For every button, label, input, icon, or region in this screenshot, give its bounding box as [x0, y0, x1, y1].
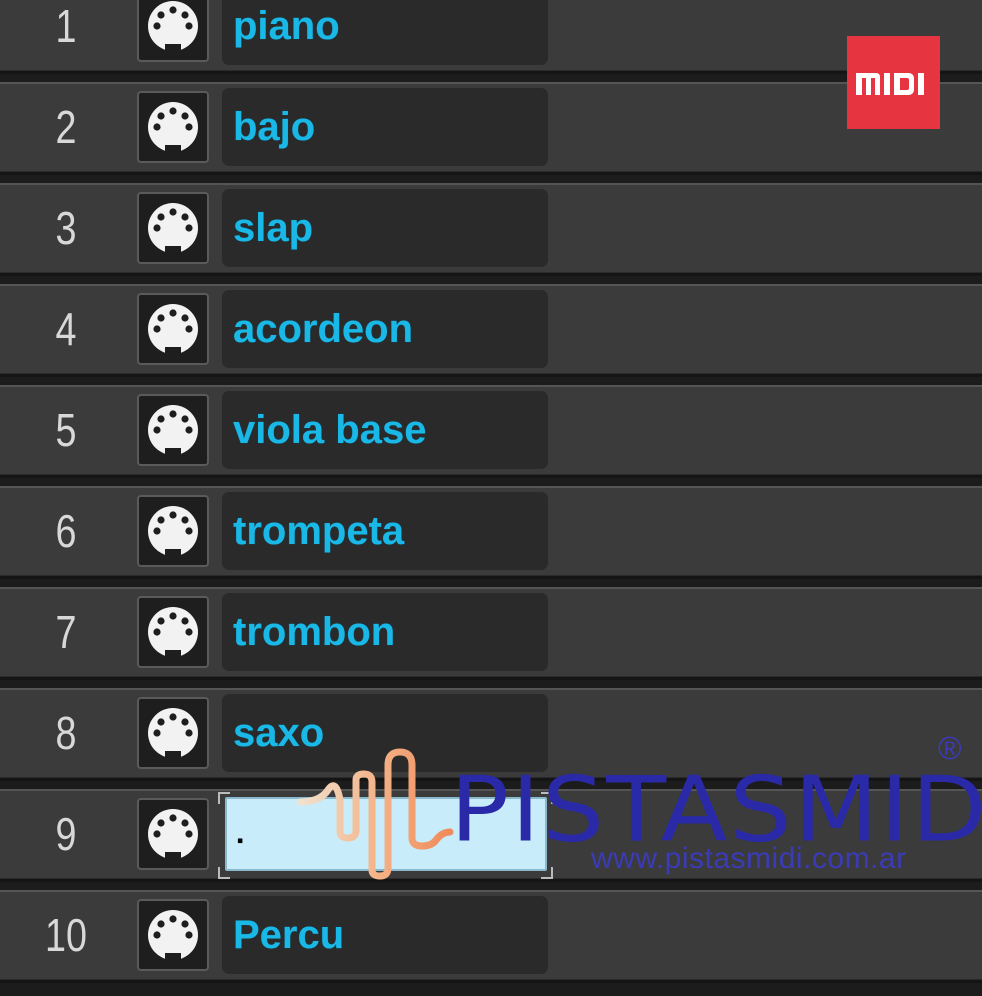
midi-logo — [847, 36, 940, 129]
text-cursor: . — [236, 817, 245, 850]
track-row: 2 bajo — [0, 82, 982, 175]
track-row: 10 Percu — [0, 890, 982, 983]
track-number: 10 — [45, 909, 87, 961]
selection-corner — [218, 867, 230, 879]
track-name-field[interactable]: trombon — [222, 593, 548, 671]
track-row: 9 . — [0, 789, 982, 882]
track-number: 7 — [55, 606, 77, 658]
track-row: 3 slap — [0, 183, 982, 276]
track-name-field[interactable]: trompeta — [222, 492, 548, 570]
track-name-field[interactable]: piano — [222, 0, 548, 65]
track-number: 6 — [55, 505, 77, 557]
track-list: 1 piano 2 bajo 3 slap 4 acordeon 5 viola… — [0, 0, 982, 996]
track-name-field[interactable]: slap — [222, 189, 548, 267]
track-row: 4 acordeon — [0, 284, 982, 377]
selection-corner — [218, 792, 230, 804]
midi-port-icon[interactable] — [137, 697, 209, 769]
track-row: 7 trombon — [0, 587, 982, 680]
selection-corner — [541, 792, 553, 804]
midi-port-icon[interactable] — [137, 596, 209, 668]
track-number: 8 — [55, 707, 77, 759]
midi-port-icon[interactable] — [137, 899, 209, 971]
midi-port-icon[interactable] — [137, 192, 209, 264]
track-number: 9 — [55, 808, 77, 860]
midi-port-icon[interactable] — [137, 495, 209, 567]
track-name-field[interactable]: Percu — [222, 896, 548, 974]
track-name-input-editing[interactable]: . — [225, 797, 547, 871]
midi-port-icon[interactable] — [137, 394, 209, 466]
track-name-field[interactable]: acordeon — [222, 290, 548, 368]
selection-corner — [541, 867, 553, 879]
midi-port-icon[interactable] — [137, 0, 209, 62]
track-name-field[interactable]: viola base — [222, 391, 548, 469]
track-number: 5 — [55, 404, 77, 456]
track-number: 3 — [55, 202, 77, 254]
track-row: 5 viola base — [0, 385, 982, 478]
track-name-field[interactable]: bajo — [222, 88, 548, 166]
track-number: 1 — [55, 0, 77, 52]
track-row: 1 piano — [0, 0, 982, 74]
track-number: 4 — [55, 303, 77, 355]
track-row: 8 saxo — [0, 688, 982, 781]
track-name-field[interactable]: saxo — [222, 694, 548, 772]
track-row: 6 trompeta — [0, 486, 982, 579]
midi-port-icon[interactable] — [137, 798, 209, 870]
track-number: 2 — [55, 101, 77, 153]
midi-port-icon[interactable] — [137, 293, 209, 365]
midi-port-icon[interactable] — [137, 91, 209, 163]
